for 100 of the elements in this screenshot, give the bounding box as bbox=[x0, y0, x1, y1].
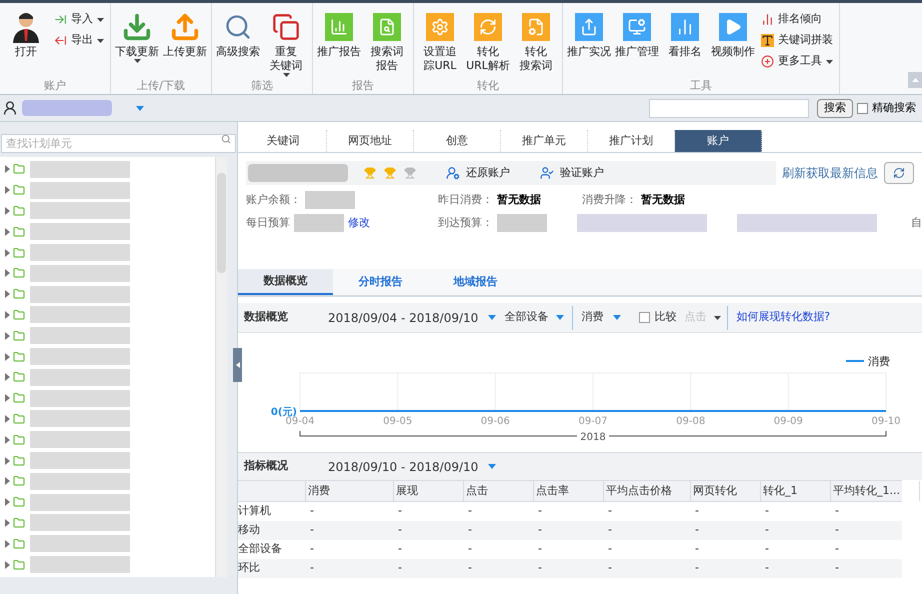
expand-arrow-icon[interactable] bbox=[5, 498, 10, 506]
checkbox[interactable] bbox=[639, 312, 650, 323]
expand-arrow-icon[interactable] bbox=[5, 310, 10, 319]
ribbon-small-button[interactable]: 关键词拼装 bbox=[761, 32, 833, 49]
ribbon-button[interactable]: 上传更新 bbox=[162, 9, 208, 78]
person-icon bbox=[11, 11, 41, 43]
search-field[interactable] bbox=[649, 98, 809, 118]
date-range-dropdown[interactable]: 2018/09/10 - 2018/09/10 bbox=[328, 458, 496, 476]
expand-arrow-icon[interactable] bbox=[5, 436, 10, 444]
expand-arrow-icon[interactable] bbox=[5, 560, 10, 569]
column-header[interactable]: 消费 bbox=[306, 481, 394, 501]
collapse-handle[interactable] bbox=[233, 348, 242, 382]
folder-icon bbox=[13, 371, 25, 384]
search-button[interactable]: 搜索 bbox=[817, 98, 853, 118]
field-value: 暂无数据 bbox=[497, 192, 541, 208]
tab[interactable]: 账户 bbox=[675, 130, 762, 152]
column-header[interactable]: 点击 bbox=[464, 481, 534, 501]
user-icon bbox=[2, 100, 18, 116]
ribbon-small-button[interactable]: 更多工具 bbox=[761, 53, 833, 70]
expand-arrow-icon[interactable] bbox=[5, 394, 10, 402]
ribbon-button[interactable]: 高级搜索 bbox=[215, 9, 261, 78]
table-cell-text: - bbox=[467, 503, 473, 520]
row-label: 全部设备 bbox=[238, 541, 283, 558]
ribbon-button[interactable]: 推广报告 bbox=[316, 9, 362, 78]
ribbon-small-button[interactable]: 排名倾向 bbox=[761, 11, 833, 28]
ribbon-button[interactable]: 推广管理 bbox=[614, 9, 660, 78]
caret-icon bbox=[613, 315, 622, 320]
section-title: 数据概览 bbox=[244, 309, 289, 326]
ribbon-button[interactable]: 设置追 踪URL bbox=[417, 9, 463, 78]
metric-dropdown[interactable]: 消费 bbox=[581, 309, 632, 326]
tab[interactable]: 推广单元 bbox=[501, 130, 588, 152]
search-field[interactable]: 查找计划单元 bbox=[1, 134, 236, 153]
account-action-button[interactable]: 验证账户 bbox=[540, 164, 604, 182]
column-header[interactable]: 平均点击价格 bbox=[604, 481, 691, 501]
column-header[interactable]: 展现 bbox=[394, 481, 464, 501]
sub-tab[interactable]: 地域报告 bbox=[428, 269, 523, 295]
expand-arrow-icon[interactable] bbox=[5, 332, 10, 340]
trophy-icon bbox=[404, 167, 416, 179]
table-cell-text: - bbox=[309, 541, 315, 558]
expand-arrow-icon[interactable] bbox=[5, 518, 10, 527]
date-range-dropdown[interactable]: 2018/09/04 - 2018/09/10 bbox=[328, 308, 496, 326]
ribbon-button[interactable]: 重复 关键词 bbox=[263, 9, 309, 78]
tab[interactable]: 关键词 bbox=[240, 130, 327, 152]
expand-arrow-icon[interactable] bbox=[5, 456, 10, 465]
scrollbar[interactable] bbox=[215, 157, 227, 577]
column-header[interactable]: 平均转化_1... bbox=[831, 481, 920, 501]
refresh-link[interactable]: 刷新获取最新信息 bbox=[782, 164, 878, 182]
folder-icon bbox=[13, 163, 25, 176]
account-action-button[interactable]: 还原账户 bbox=[446, 164, 510, 182]
expand-arrow-icon[interactable] bbox=[5, 414, 10, 423]
checkbox-label: 精确搜索 bbox=[872, 100, 916, 116]
tab[interactable]: 创意 bbox=[414, 130, 501, 152]
help-link[interactable]: 如何展现转化数据? bbox=[736, 309, 830, 326]
ribbon-small-button[interactable]: 导入 bbox=[54, 11, 104, 28]
table-cell-text: - bbox=[607, 522, 613, 538]
column-header[interactable]: 网页转化 bbox=[691, 481, 761, 501]
expand-arrow-icon[interactable] bbox=[5, 477, 10, 486]
duplicate-icon bbox=[272, 13, 300, 41]
ribbon-button[interactable]: 搜索词 报告 bbox=[364, 9, 410, 78]
expand-arrow-icon[interactable] bbox=[5, 186, 10, 194]
ribbon-button[interactable]: 视频制作 bbox=[710, 9, 756, 78]
expand-arrow-icon[interactable] bbox=[5, 290, 10, 298]
table-cell-text: - bbox=[537, 560, 543, 576]
checkbox[interactable] bbox=[857, 102, 868, 114]
sub-tab[interactable]: 数据概览 bbox=[238, 269, 333, 295]
column-header[interactable]: 点击率 bbox=[534, 481, 604, 501]
folder-icon bbox=[13, 475, 25, 488]
tab[interactable]: 网页地址 bbox=[327, 130, 414, 152]
bar-chart-icon bbox=[671, 13, 699, 41]
folder-icon bbox=[13, 496, 25, 508]
expand-arrow-icon[interactable] bbox=[5, 352, 10, 361]
refresh-button[interactable] bbox=[884, 162, 914, 184]
field-value: 暂无数据 bbox=[641, 192, 685, 208]
table-cell-text: - bbox=[834, 503, 840, 520]
expand-arrow-icon[interactable] bbox=[5, 165, 10, 174]
table-cell-text: - bbox=[834, 560, 840, 576]
table-cell-text: - bbox=[537, 522, 543, 538]
expand-arrow-icon[interactable] bbox=[5, 373, 10, 382]
device-dropdown[interactable]: 全部设备 bbox=[504, 306, 574, 330]
folder-icon bbox=[13, 558, 25, 571]
search-icon bbox=[224, 13, 252, 41]
expand-arrow-icon[interactable] bbox=[5, 206, 10, 215]
expand-arrow-icon[interactable] bbox=[5, 540, 10, 548]
expand-arrow-icon[interactable] bbox=[5, 228, 10, 236]
ribbon-small-button[interactable]: 导出 bbox=[54, 32, 104, 49]
refresh-icon bbox=[893, 167, 905, 179]
folder-icon bbox=[13, 412, 25, 425]
gear-icon bbox=[426, 13, 454, 41]
column-header[interactable]: 转化_1 bbox=[761, 481, 831, 501]
expand-arrow-icon[interactable] bbox=[5, 248, 10, 257]
expand-arrow-icon[interactable] bbox=[5, 269, 10, 278]
sub-tab[interactable]: 分时报告 bbox=[333, 269, 428, 295]
ribbon-button[interactable]: 转化 URL解析 bbox=[465, 9, 511, 78]
ribbon-button[interactable]: 下载更新 bbox=[114, 9, 160, 78]
edit-link[interactable]: 修改 bbox=[348, 214, 370, 232]
ribbon-button[interactable]: 转化 搜索词 bbox=[513, 9, 559, 78]
table-cell-text: - bbox=[309, 522, 315, 538]
ribbon-button[interactable]: 推广实况 bbox=[566, 9, 612, 78]
ribbon-button[interactable]: 打开 bbox=[3, 9, 49, 78]
ribbon-button[interactable]: 看排名 bbox=[662, 9, 708, 78]
